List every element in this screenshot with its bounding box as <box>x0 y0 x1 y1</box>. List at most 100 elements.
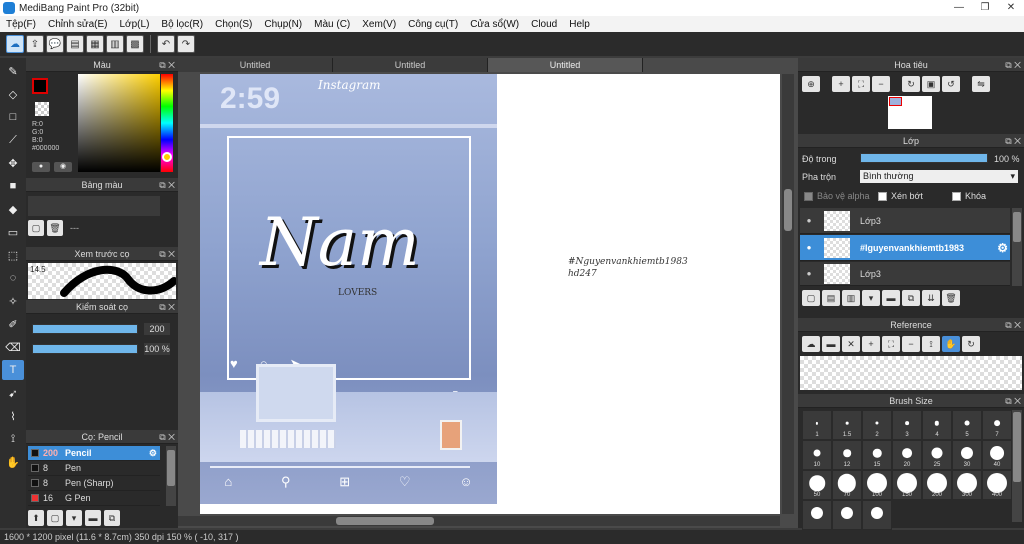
canvas-vertical-scroll-thumb[interactable] <box>784 189 792 231</box>
brush-item-pen[interactable]: 8 Pen <box>28 461 160 476</box>
duplicate-layer-icon[interactable]: ⧉ <box>902 290 920 306</box>
add-palette-icon[interactable]: ▢ <box>28 220 44 236</box>
brush-add-icon[interactable]: ⬆ <box>28 510 44 526</box>
zoom-actual-icon[interactable]: ⛶ <box>852 76 870 92</box>
close-icon[interactable]: ✕ <box>842 336 860 352</box>
foreground-color-swatch[interactable] <box>32 78 48 94</box>
redo-icon[interactable]: ↷ <box>177 35 195 53</box>
brush-item-g-pen[interactable]: 16 G Pen <box>28 491 160 506</box>
flip-icon[interactable]: ⇋ <box>972 76 990 92</box>
brush-size-cell[interactable]: 50 <box>802 470 832 500</box>
brush-tool-icon[interactable]: ✎ <box>2 61 24 81</box>
zoom-out-icon[interactable]: − <box>872 76 890 92</box>
shape-tool-icon[interactable]: □ <box>2 107 24 127</box>
lasso-icon[interactable]: ◌ <box>2 268 24 288</box>
select-eraser-icon[interactable]: ⌫ <box>2 337 24 357</box>
brush-size-scrollbar[interactable] <box>1012 410 1022 522</box>
add-layer-menu-icon[interactable]: ▾ <box>862 290 880 306</box>
delete-palette-icon[interactable]: 🗑 <box>47 220 63 236</box>
brush-size-scroll-thumb[interactable] <box>1013 412 1021 482</box>
layer-folder-icon[interactable]: ▬ <box>882 290 900 306</box>
brush-list-scrollbar[interactable] <box>166 446 176 506</box>
speech-bubble-icon[interactable]: 💬 <box>46 35 64 53</box>
brush-menu-icon[interactable]: ▾ <box>66 510 82 526</box>
brush-size-cell[interactable]: 1.5 <box>832 410 862 440</box>
brush-size-cell[interactable]: 3 <box>892 410 922 440</box>
brush-size-cell[interactable]: 300 <box>952 470 982 500</box>
brush-size-cell[interactable]: 10 <box>802 440 832 470</box>
brush-size-cell[interactable]: 40 <box>982 440 1012 470</box>
menu-capture[interactable]: Chụp(N) <box>258 19 308 30</box>
brush-size-cell[interactable]: 200 <box>922 470 952 500</box>
zoom-in-icon[interactable]: + <box>832 76 850 92</box>
rotate-icon[interactable]: ↻ <box>962 336 980 352</box>
gear-icon[interactable]: ⚙ <box>997 241 1008 255</box>
operation-tool-icon[interactable]: ➹ <box>2 383 24 403</box>
brush-size-cell[interactable]: 5 <box>952 410 982 440</box>
new-8bit-layer-icon[interactable]: ▥ <box>842 290 860 306</box>
eye-icon[interactable]: ● <box>802 216 816 225</box>
menu-cloud[interactable]: Cloud <box>525 19 563 30</box>
zoom-fit-icon[interactable]: ⊕ <box>802 76 820 92</box>
tab-untitled-2[interactable]: Untitled <box>333 58 488 72</box>
hue-slider-handle[interactable] <box>162 152 172 162</box>
fill-rect-icon[interactable]: ■ <box>2 176 24 196</box>
menu-layer[interactable]: Lớp(L) <box>114 19 156 30</box>
brush-size-cell[interactable]: 100 <box>862 470 892 500</box>
layer-list-scroll-thumb[interactable] <box>1013 212 1021 242</box>
rotate-icon[interactable]: ↻ <box>902 76 920 92</box>
zoom-out-icon[interactable]: − <box>902 336 920 352</box>
zoom-in-icon[interactable]: + <box>862 336 880 352</box>
zoom-fit-icon[interactable]: ⛶ <box>882 336 900 352</box>
panel-expand-close-icon[interactable]: ⧉ ✕ <box>159 247 175 261</box>
panel-expand-close-icon[interactable]: ⧉ ✕ <box>1005 394 1021 408</box>
brush-size-cell[interactable] <box>862 500 892 530</box>
brush-size-cell[interactable]: 400 <box>982 470 1012 500</box>
eye-icon[interactable]: ● <box>802 269 816 278</box>
brush-size-value[interactable]: 200 <box>144 323 170 335</box>
menu-select[interactable]: Chọn(S) <box>209 19 258 30</box>
canvas-horizontal-scroll-thumb[interactable] <box>336 517 434 525</box>
delete-layer-icon[interactable]: 🗑 <box>942 290 960 306</box>
blend-mode-select[interactable]: Bình thường ▾ <box>860 170 1018 183</box>
gear-icon[interactable]: ⚙ <box>149 448 157 459</box>
move-tool-icon[interactable]: ✥ <box>2 153 24 173</box>
brush-size-cell[interactable]: 12 <box>832 440 862 470</box>
brush-size-cell[interactable]: 4 <box>922 410 952 440</box>
brush-size-slider[interactable] <box>32 324 138 334</box>
brush-size-cell[interactable]: 1 <box>802 410 832 440</box>
eraser-tool-icon[interactable]: ◇ <box>2 84 24 104</box>
brush-size-cell[interactable]: 20 <box>892 440 922 470</box>
background-color-swatch[interactable] <box>35 102 49 116</box>
panel-expand-close-icon[interactable]: ⧉ ✕ <box>159 430 175 444</box>
panel-expand-close-icon[interactable]: ⧉ ✕ <box>1005 58 1021 72</box>
reference-image-area[interactable] <box>800 356 1022 390</box>
menu-window[interactable]: Cửa sổ(W) <box>464 19 525 30</box>
cloud-icon[interactable]: ☁ <box>6 35 24 53</box>
canvas-horizontal-scrollbar[interactable] <box>178 516 780 526</box>
eyedropper-icon[interactable]: ⟟ <box>2 429 24 449</box>
open-folder-icon[interactable]: ▬ <box>822 336 840 352</box>
brush-opacity-value[interactable]: 100 % <box>144 343 170 355</box>
navigator-view-rect[interactable] <box>889 97 902 106</box>
hand-tool-icon[interactable]: ✋ <box>2 452 24 472</box>
maximize-button[interactable]: ❐ <box>972 0 998 16</box>
select-pen-icon[interactable]: ✐ <box>2 314 24 334</box>
new-halftone-layer-icon[interactable]: ▤ <box>822 290 840 306</box>
layer-row[interactable]: ● Lớp3 <box>800 208 1010 234</box>
brush-copy-icon[interactable]: ⧉ <box>104 510 120 526</box>
comment-icon[interactable]: ▤ <box>66 35 84 53</box>
brush-item-pencil[interactable]: 200 Pencil ⚙ <box>28 446 160 461</box>
menu-filter[interactable]: Bộ lọc(R) <box>155 19 209 30</box>
new-layer-icon[interactable]: ▢ <box>802 290 820 306</box>
brush-size-cell[interactable]: 7 <box>982 410 1012 440</box>
panel-expand-close-icon[interactable]: ⧉ ✕ <box>159 178 175 192</box>
tab-untitled-1[interactable]: Untitled <box>178 58 333 72</box>
text-tool-icon[interactable]: T <box>2 360 24 380</box>
navigator-thumbnail[interactable] <box>888 96 932 129</box>
palette-swatch-area[interactable] <box>28 196 160 216</box>
panel-expand-close-icon[interactable]: ⧉ ✕ <box>159 300 175 314</box>
color-swap-button[interactable]: ◉ <box>54 162 72 172</box>
lock-checkbox[interactable]: Khóa <box>952 191 986 201</box>
layer-row-selected[interactable]: ● #Iguyenvankhiemtb1983 ⚙ <box>800 235 1010 261</box>
